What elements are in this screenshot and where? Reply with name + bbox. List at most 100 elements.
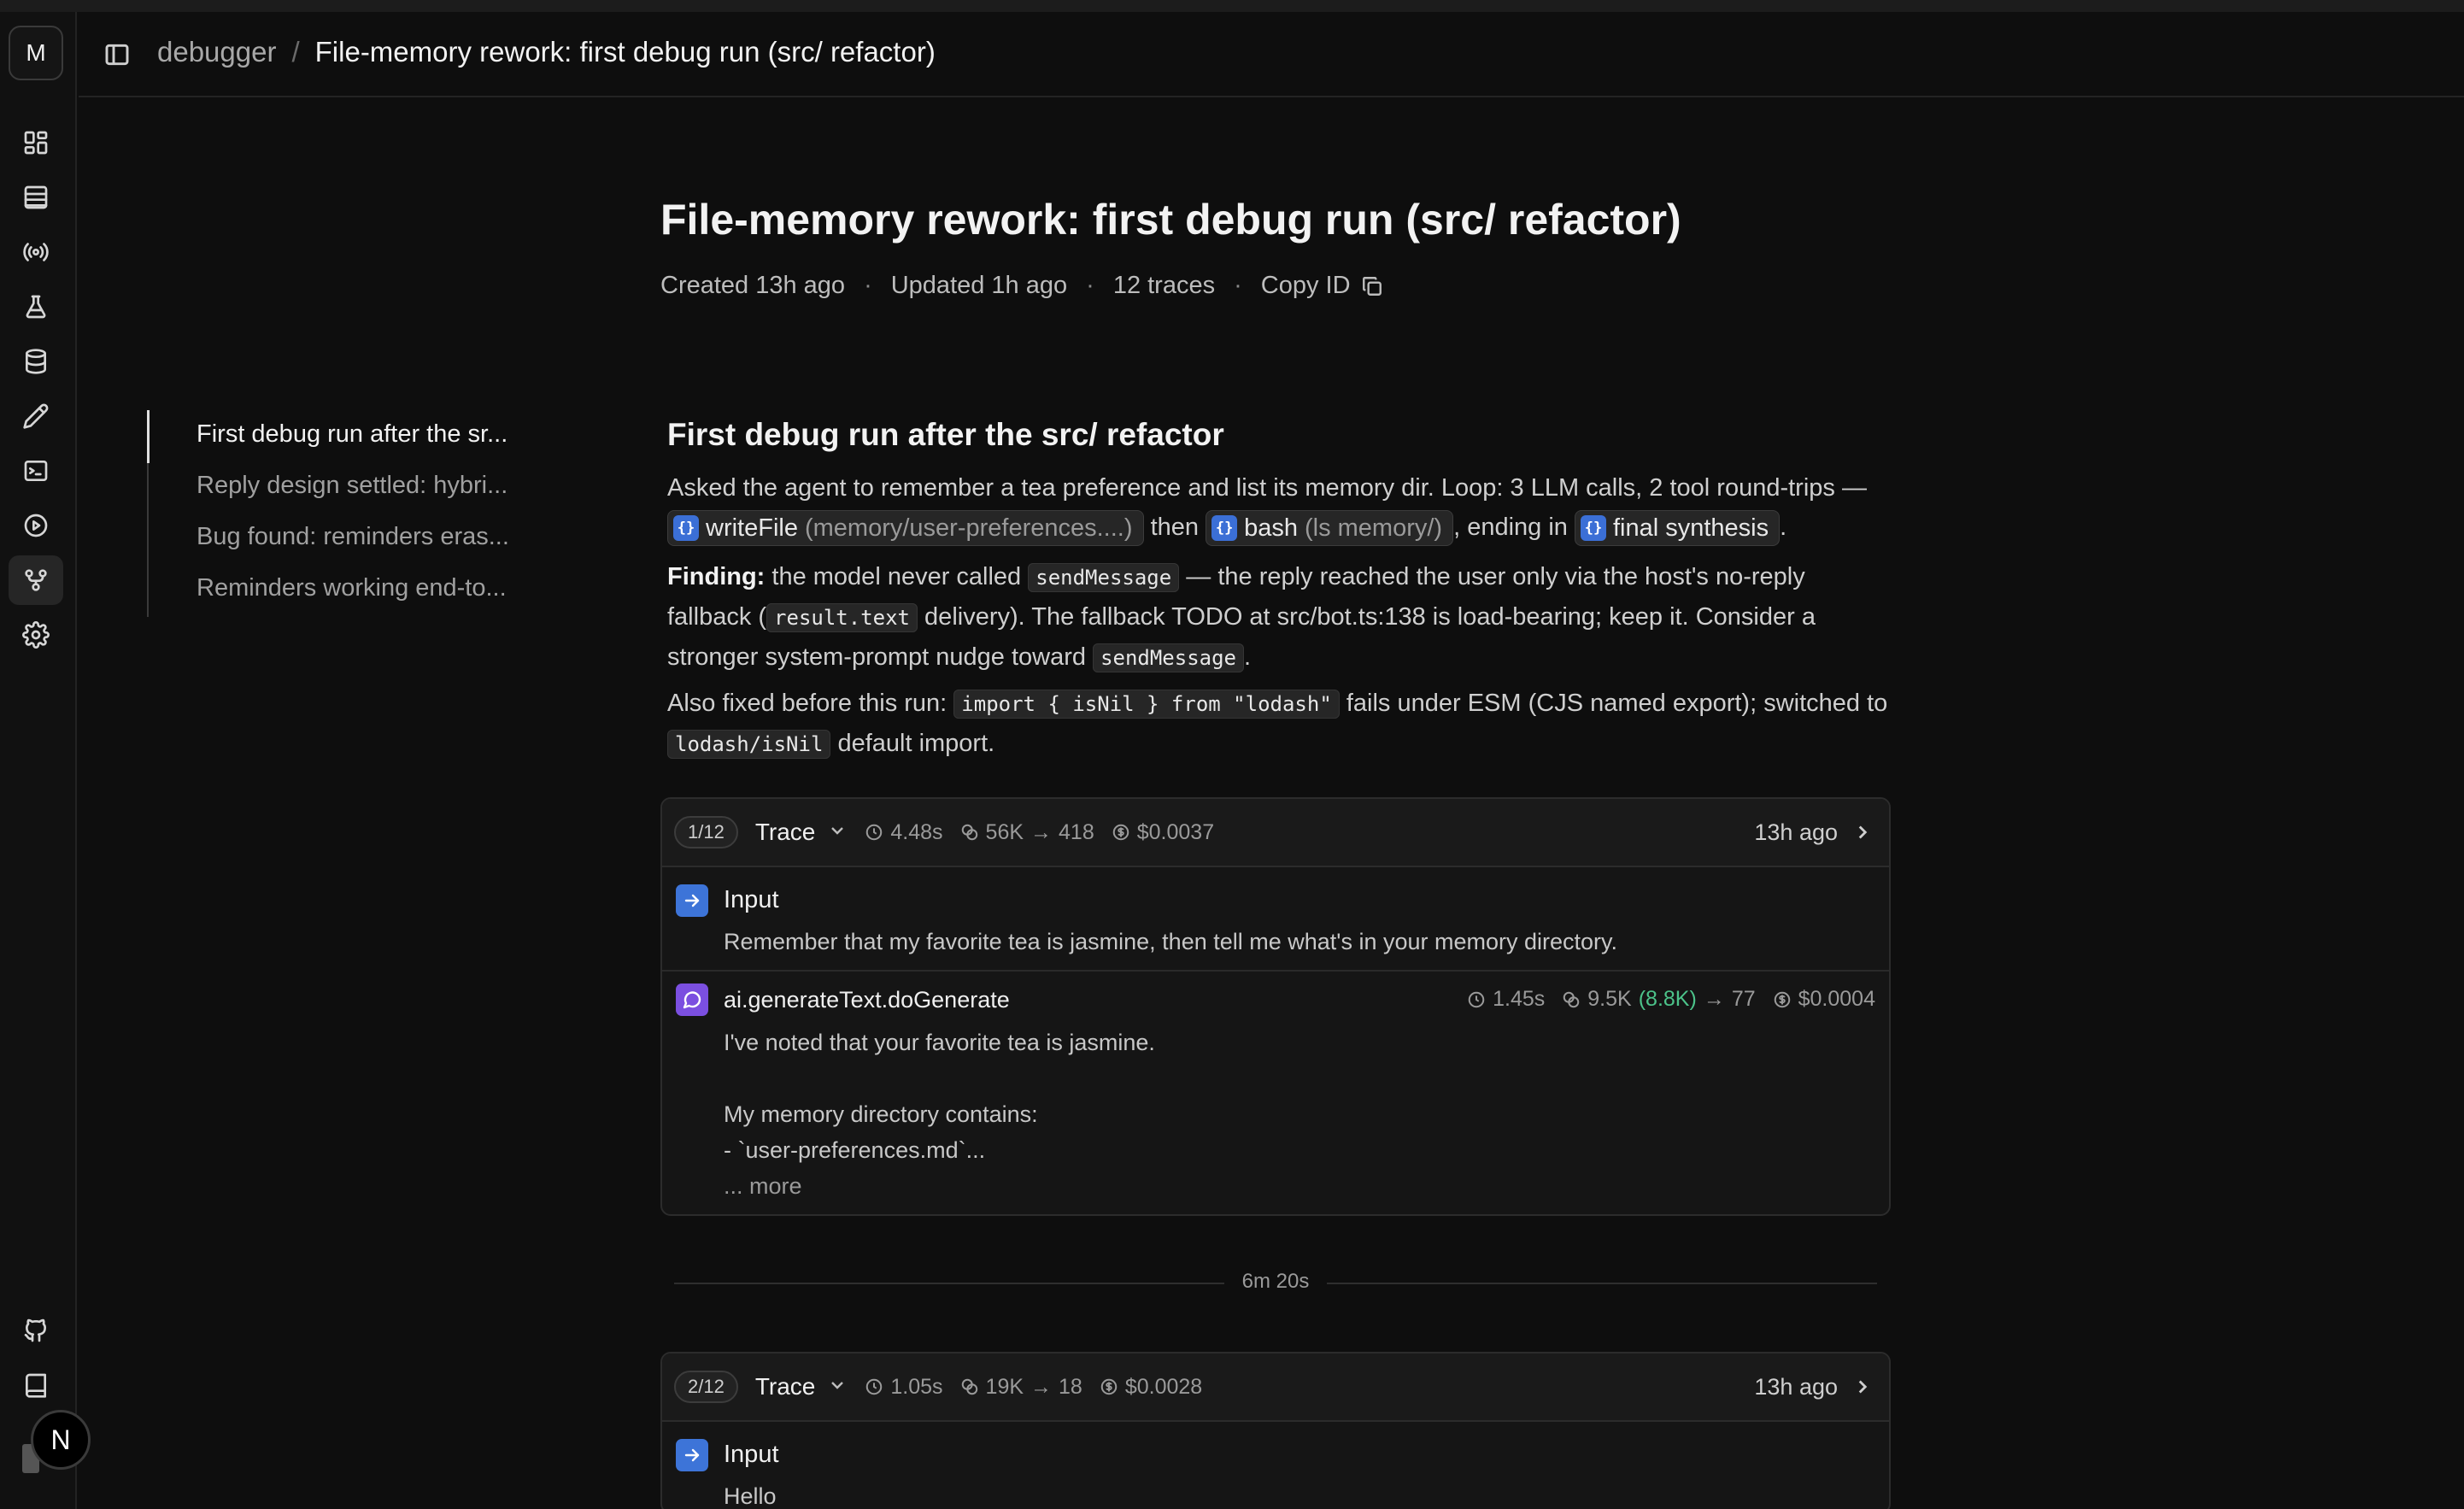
tool-chip-bash[interactable]: {} bash (ls memory/): [1206, 510, 1454, 547]
inline-code: result.text: [766, 603, 918, 632]
trace-gap-divider: 6m 20s: [674, 1268, 1877, 1299]
paragraph-text: .: [1244, 643, 1252, 671]
chevron-right-icon[interactable]: [1851, 821, 1874, 848]
tool-name: bash: [1244, 514, 1298, 543]
copy-id-button[interactable]: Copy ID: [1261, 272, 1383, 300]
table-of-contents: First debug run after the sr... Reply de…: [147, 410, 549, 617]
workspace-avatar[interactable]: M: [9, 26, 63, 80]
sidebar-toggle-icon[interactable]: [103, 41, 132, 68]
flask-icon[interactable]: [9, 282, 63, 332]
tool-chip-final-synthesis[interactable]: {} final synthesis: [1574, 510, 1781, 547]
generation-output-line: My memory directory contains:: [724, 1101, 1038, 1127]
tool-arg: (ls memory/): [1304, 514, 1443, 543]
trace-cost: $0.0028: [1124, 1374, 1203, 1399]
trace-label: Trace: [754, 819, 816, 845]
tool-arg: (memory/user-preferences....): [804, 514, 1133, 543]
paragraph-text: the model never called: [765, 563, 1029, 590]
braces-icon: {}: [1580, 515, 1606, 542]
generation-stats: 1.45s 9.5K (8.8K) → 77 $0.0004: [1467, 987, 1875, 1012]
inline-code: sendMessage: [1093, 643, 1245, 672]
trace-time: 13h ago: [1754, 819, 1838, 845]
generation-title: ai.generateText.doGenerate: [724, 987, 1010, 1013]
gear-icon[interactable]: [9, 610, 63, 660]
inline-code: lodash/isNil: [667, 730, 831, 759]
divider-line: [1327, 1283, 1877, 1284]
next-js-badge[interactable]: N: [31, 1410, 91, 1470]
trace-duration: 1.05s: [890, 1374, 943, 1399]
paragraph-text: default import.: [830, 730, 995, 757]
paragraph-text: .: [1780, 514, 1787, 541]
dashboard-icon[interactable]: [9, 118, 63, 167]
dollar-icon: [1774, 991, 1790, 1007]
tool-chip-writefile[interactable]: {} writeFile (memory/user-preferences...…: [667, 510, 1144, 547]
braces-icon: {}: [673, 515, 699, 542]
chevron-down-icon[interactable]: [815, 1375, 848, 1400]
book-icon[interactable]: [9, 1360, 63, 1410]
trace-card-header[interactable]: 2/12 Trace 1.05s 19K → 18 $0.0028 13h ag…: [662, 1353, 1889, 1422]
chevron-right-icon[interactable]: [1851, 1376, 1874, 1402]
tokens-out: 418: [1059, 819, 1094, 844]
tokens-in: 19K: [985, 1374, 1024, 1399]
trace-cost: $0.0037: [1136, 819, 1215, 844]
play-icon[interactable]: [9, 501, 63, 550]
show-more-link[interactable]: ... more: [724, 1168, 802, 1204]
section-paragraph-3: Also fixed before this run: import { isN…: [667, 684, 1889, 764]
created-time: Created 13h ago: [660, 272, 846, 299]
tokens-icon: [1563, 991, 1580, 1007]
github-icon[interactable]: [9, 1306, 63, 1355]
broadcast-icon[interactable]: [9, 227, 63, 277]
chevron-down-icon[interactable]: [815, 820, 848, 845]
trace-card-header[interactable]: 1/12 Trace 4.48s 56K → 418 $0.0037 13h a…: [662, 799, 1889, 867]
pencil-icon[interactable]: [9, 391, 63, 441]
paragraph-text: fails under ESM (CJS named export); swit…: [1339, 690, 1888, 717]
toc-active-indicator: [147, 410, 150, 463]
clock-icon: [866, 824, 883, 841]
trace-generation-row[interactable]: ai.generateText.doGenerate 1.45s 9.5K (8…: [662, 972, 1889, 1214]
tool-name: writeFile: [706, 514, 798, 543]
meta-dot: ·: [1234, 272, 1242, 299]
toc-item[interactable]: Bug found: reminders eras...: [197, 523, 509, 551]
message-bubble-icon: [676, 983, 708, 1016]
terminal-icon[interactable]: [9, 446, 63, 496]
top-edge: [0, 0, 2464, 12]
trace-card: 2/12 Trace 1.05s 19K → 18 $0.0028 13h ag…: [660, 1352, 1891, 1509]
generation-cost: $0.0004: [1798, 987, 1875, 1011]
inline-code: sendMessage: [1028, 563, 1180, 592]
git-fork-icon[interactable]: [9, 555, 63, 605]
toc-item[interactable]: Reply design settled: hybri...: [197, 472, 507, 500]
trace-stats: 4.48s 56K → 418 $0.0037: [865, 820, 1214, 845]
clock-icon: [1468, 991, 1485, 1007]
tokens-in: 56K: [985, 819, 1024, 844]
breadcrumb-project[interactable]: debugger: [157, 36, 276, 68]
section-paragraph-2: Finding: the model never called sendMess…: [667, 557, 1889, 678]
input-title: Input: [724, 1441, 779, 1468]
breadcrumb: debugger / File-memory rework: first deb…: [157, 36, 936, 68]
trace-time: 13h ago: [1754, 1374, 1838, 1400]
dollar-icon: [1112, 824, 1129, 841]
clock-icon: [866, 1378, 883, 1395]
arrow-right-icon: [676, 884, 708, 917]
database-icon[interactable]: [9, 337, 63, 386]
generation-output-line: - `user-preferences.md`...: [724, 1137, 986, 1163]
generation-tokens-out: 77: [1731, 987, 1756, 1011]
trace-count: 12 traces: [1112, 272, 1216, 299]
trace-input-row[interactable]: Input Remember that my favorite tea is j…: [662, 867, 1889, 972]
toc-item[interactable]: Reminders working end-to...: [197, 574, 507, 602]
tokens-icon: [961, 824, 977, 841]
paragraph-text: Asked the agent to remember a tea prefer…: [667, 474, 1867, 502]
inline-code: import { isNil } from "lodash": [953, 690, 1340, 719]
paragraph-text: , ending in: [1453, 514, 1568, 541]
page-title: File-memory rework: first debug run (src…: [660, 196, 1681, 244]
generation-tokens-in: 9.5K: [1587, 987, 1632, 1011]
arrow-right-icon: →: [1703, 987, 1725, 1011]
trace-index-pill: 2/12: [674, 1371, 738, 1403]
trace-stats: 1.05s 19K → 18 $0.0028: [865, 1375, 1202, 1400]
toc-item[interactable]: First debug run after the sr...: [197, 420, 507, 449]
trace-card: 1/12 Trace 4.48s 56K → 418 $0.0037 13h a…: [660, 797, 1891, 1216]
breadcrumb-separator: /: [291, 36, 300, 68]
table-icon[interactable]: [9, 173, 63, 222]
trace-input-row[interactable]: Input Hello: [662, 1422, 1889, 1509]
arrow-right-icon: →: [1030, 1374, 1053, 1399]
updated-time: Updated 1h ago: [890, 272, 1068, 299]
paragraph-text: then: [1150, 514, 1200, 541]
